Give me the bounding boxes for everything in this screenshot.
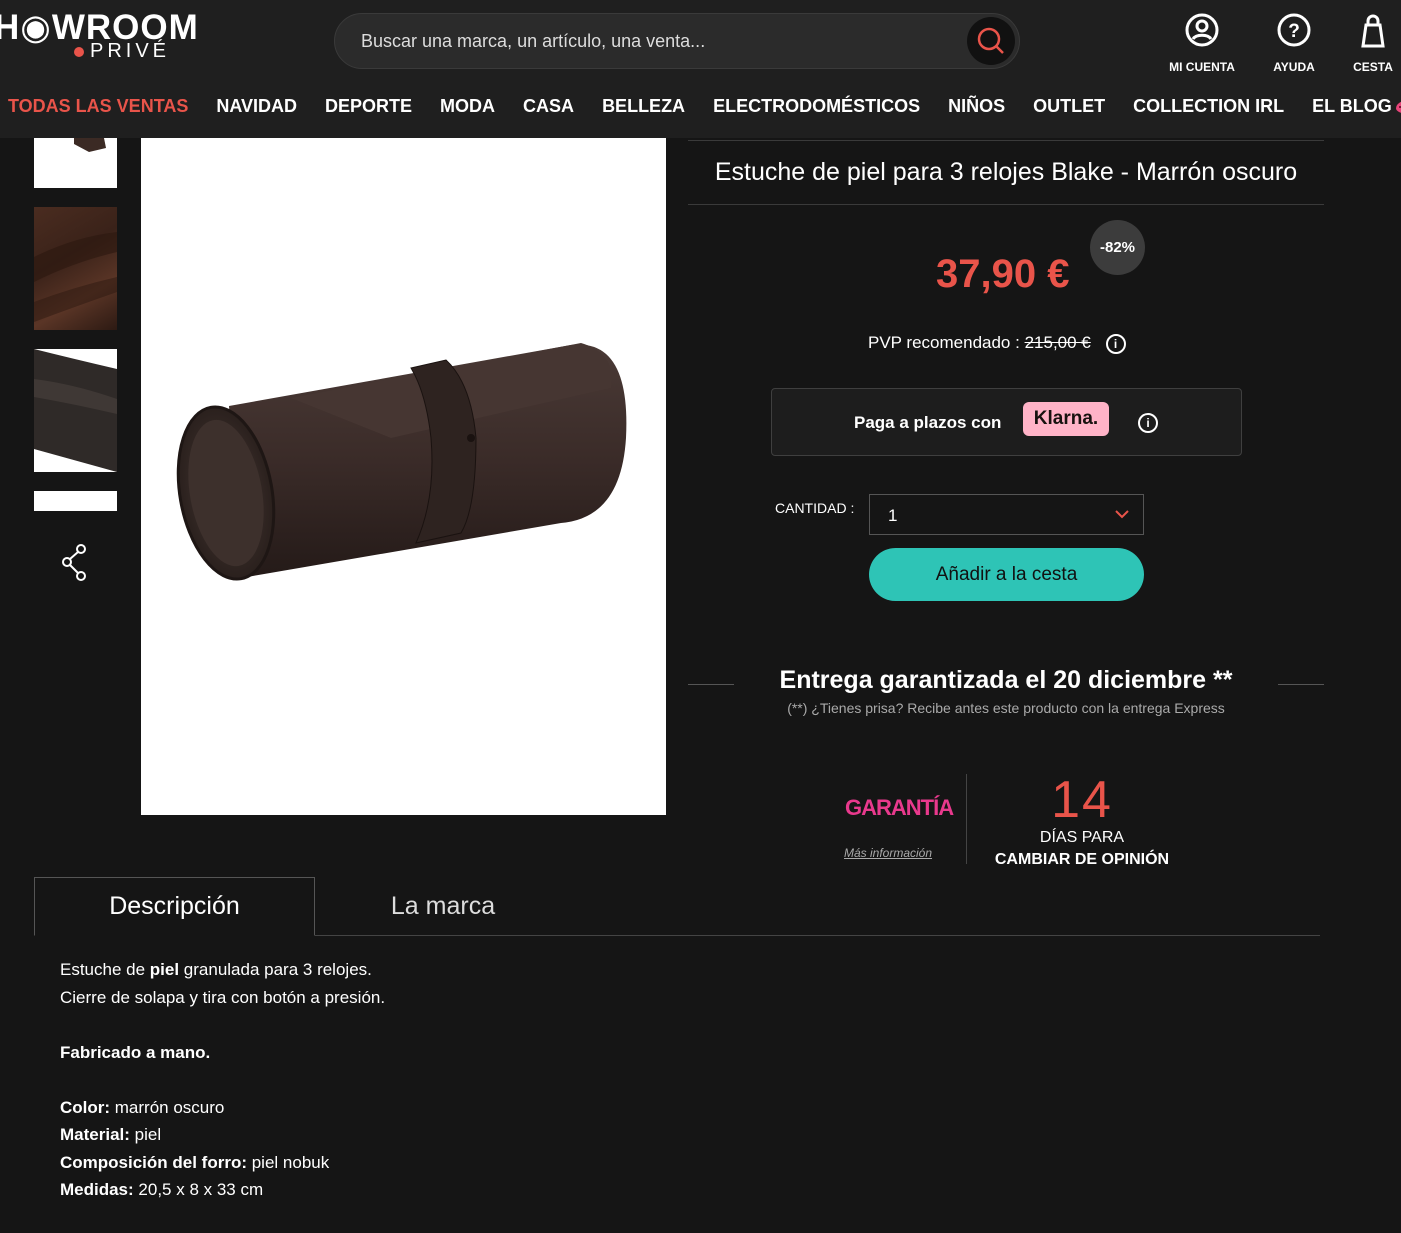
spec-label: Color: (60, 1097, 111, 1117)
spec-lining: Composición del forro: piel nobuk (60, 1149, 385, 1177)
page: H◉WROOM PRIVÉ MI CUENTA ? AYUDA CESTA TO… (0, 0, 1401, 1233)
tab-brand[interactable]: La marca (315, 877, 571, 936)
garantia-badge: GARANTÍA (845, 795, 954, 820)
spec-material: Material: piel (60, 1121, 385, 1149)
quantity-label: CANTIDAD : (775, 500, 855, 516)
search-button[interactable] (967, 17, 1015, 65)
account-button[interactable]: MI CUENTA (1157, 12, 1247, 74)
delivery-subtitle: (**) ¿Tienes prisa? Recibe antes este pr… (787, 700, 1225, 716)
spec-value: piel (129, 1125, 162, 1144)
nav-item-belleza[interactable]: BELLEZA (602, 96, 685, 126)
cart-button[interactable]: CESTA (1328, 12, 1401, 74)
quantity-value: 1 (888, 506, 898, 525)
thumbnail-2-image (34, 232, 117, 322)
nav-item-moda[interactable]: MODA (440, 96, 495, 126)
quantity-select[interactable]: 1 (869, 494, 1144, 535)
product-title: Estuche de piel para 3 relojes Blake - M… (688, 140, 1324, 205)
klarna-text: Paga a plazos con (854, 413, 1002, 432)
description-line-1: Estuche de piel granulada para 3 relojes… (60, 956, 385, 984)
watch-case-illustration (176, 343, 627, 581)
help-icon: ? (1277, 13, 1311, 47)
thumbnail-4[interactable] (34, 491, 117, 511)
thumbnail-1-image (74, 138, 106, 152)
spec-value: 20,5 x 8 x 33 cm (133, 1180, 264, 1199)
product-description: Estuche de piel granulada para 3 relojes… (60, 956, 385, 1204)
lips-icon (1395, 100, 1401, 115)
help-button[interactable]: ? AYUDA (1249, 12, 1339, 74)
account-label: MI CUENTA (1169, 60, 1235, 74)
search-bar (334, 13, 1020, 69)
more-info-link[interactable]: Más información (844, 846, 932, 860)
svg-text:?: ? (1288, 21, 1300, 42)
main-nav: TODAS LAS VENTAS NAVIDAD DEPORTE MODA CA… (0, 96, 1401, 126)
spec-size: Medidas: 20,5 x 8 x 33 cm (60, 1176, 385, 1204)
user-icon (1185, 13, 1219, 47)
chevron-down-icon (1115, 510, 1129, 519)
desc-text: granulada para 3 relojes. (179, 960, 372, 979)
spec-value: piel nobuk (247, 1152, 330, 1172)
nav-item-blog[interactable]: EL BLOG (1312, 96, 1401, 126)
recommended-price: PVP recomendado : 215,00 € i (868, 333, 1126, 354)
cart-label: CESTA (1353, 60, 1393, 74)
nav-item-navidad[interactable]: NAVIDAD (216, 96, 297, 126)
nav-item-todas[interactable]: TODAS LAS VENTAS (8, 96, 188, 126)
nav-item-electrodomesticos[interactable]: ELECTRODOMÉSTICOS (713, 96, 920, 126)
return-days-line1: DÍAS PARA (1039, 829, 1125, 846)
nav-item-outlet[interactable]: OUTLET (1033, 96, 1105, 126)
desc-text: Estuche de (60, 960, 150, 979)
desc-bold: Fabricado a mano. (60, 1042, 211, 1062)
help-label: AYUDA (1273, 60, 1315, 74)
thumbnail-3-image (34, 349, 117, 472)
product-image[interactable] (141, 138, 666, 815)
nav-item-casa[interactable]: CASA (523, 96, 574, 126)
klarna-logo: Klarna. (1023, 402, 1109, 436)
price: 37,90 € (936, 252, 1070, 296)
logo-dot-icon (74, 46, 84, 57)
pvp-value: 215,00 € (1024, 333, 1091, 352)
spec-label: Composición del forro: (60, 1152, 247, 1172)
pvp-label: PVP recomendado : (868, 333, 1020, 352)
klarna-box: Paga a plazos con Klarna. i (771, 388, 1242, 456)
thumbnail-1[interactable] (34, 138, 117, 188)
shopping-bag-icon (1361, 14, 1385, 48)
nav-item-ninos[interactable]: NIÑOS (948, 96, 1005, 126)
guarantee-divider (966, 774, 967, 864)
search-input[interactable] (361, 14, 961, 68)
info-icon[interactable]: i (1105, 334, 1126, 354)
search-icon (977, 27, 1004, 54)
spec-label: Medidas: (60, 1180, 134, 1199)
add-to-cart-button[interactable]: Añadir a la cesta (869, 548, 1144, 601)
delivery-title: Entrega garantizada el 20 diciembre ** (779, 666, 1233, 694)
spec-color: Color: marrón oscuro (60, 1094, 385, 1122)
spec-value: marrón oscuro (110, 1097, 225, 1117)
thumbnail-2[interactable] (34, 207, 117, 330)
logo-subtitle: PRIVÉ (74, 40, 170, 63)
description-handmade: Fabricado a mano. (60, 1039, 385, 1067)
klarna-info-icon[interactable]: i (1138, 413, 1158, 433)
desc-bold: piel (149, 960, 180, 979)
tab-description[interactable]: Descripción (34, 877, 315, 936)
discount-badge: -82% (1090, 220, 1145, 275)
header: H◉WROOM PRIVÉ MI CUENTA ? AYUDA CESTA TO… (0, 0, 1401, 138)
return-days-line2: CAMBIAR DE OPINIÓN (994, 851, 1170, 868)
thumbnail-3[interactable] (34, 349, 117, 472)
description-line-2: Cierre de solapa y tira con botón a pres… (60, 987, 386, 1007)
share-button[interactable] (60, 543, 88, 588)
return-days-number: 14 (1051, 771, 1113, 829)
nav-item-collection-irl[interactable]: COLLECTION IRL (1133, 96, 1284, 126)
nav-item-deporte[interactable]: DEPORTE (325, 96, 412, 126)
nav-item-blog-label: EL BLOG (1312, 96, 1392, 116)
spec-label: Material: (60, 1125, 130, 1144)
logo-prive: PRIVÉ (90, 40, 171, 62)
share-icon (62, 544, 86, 581)
